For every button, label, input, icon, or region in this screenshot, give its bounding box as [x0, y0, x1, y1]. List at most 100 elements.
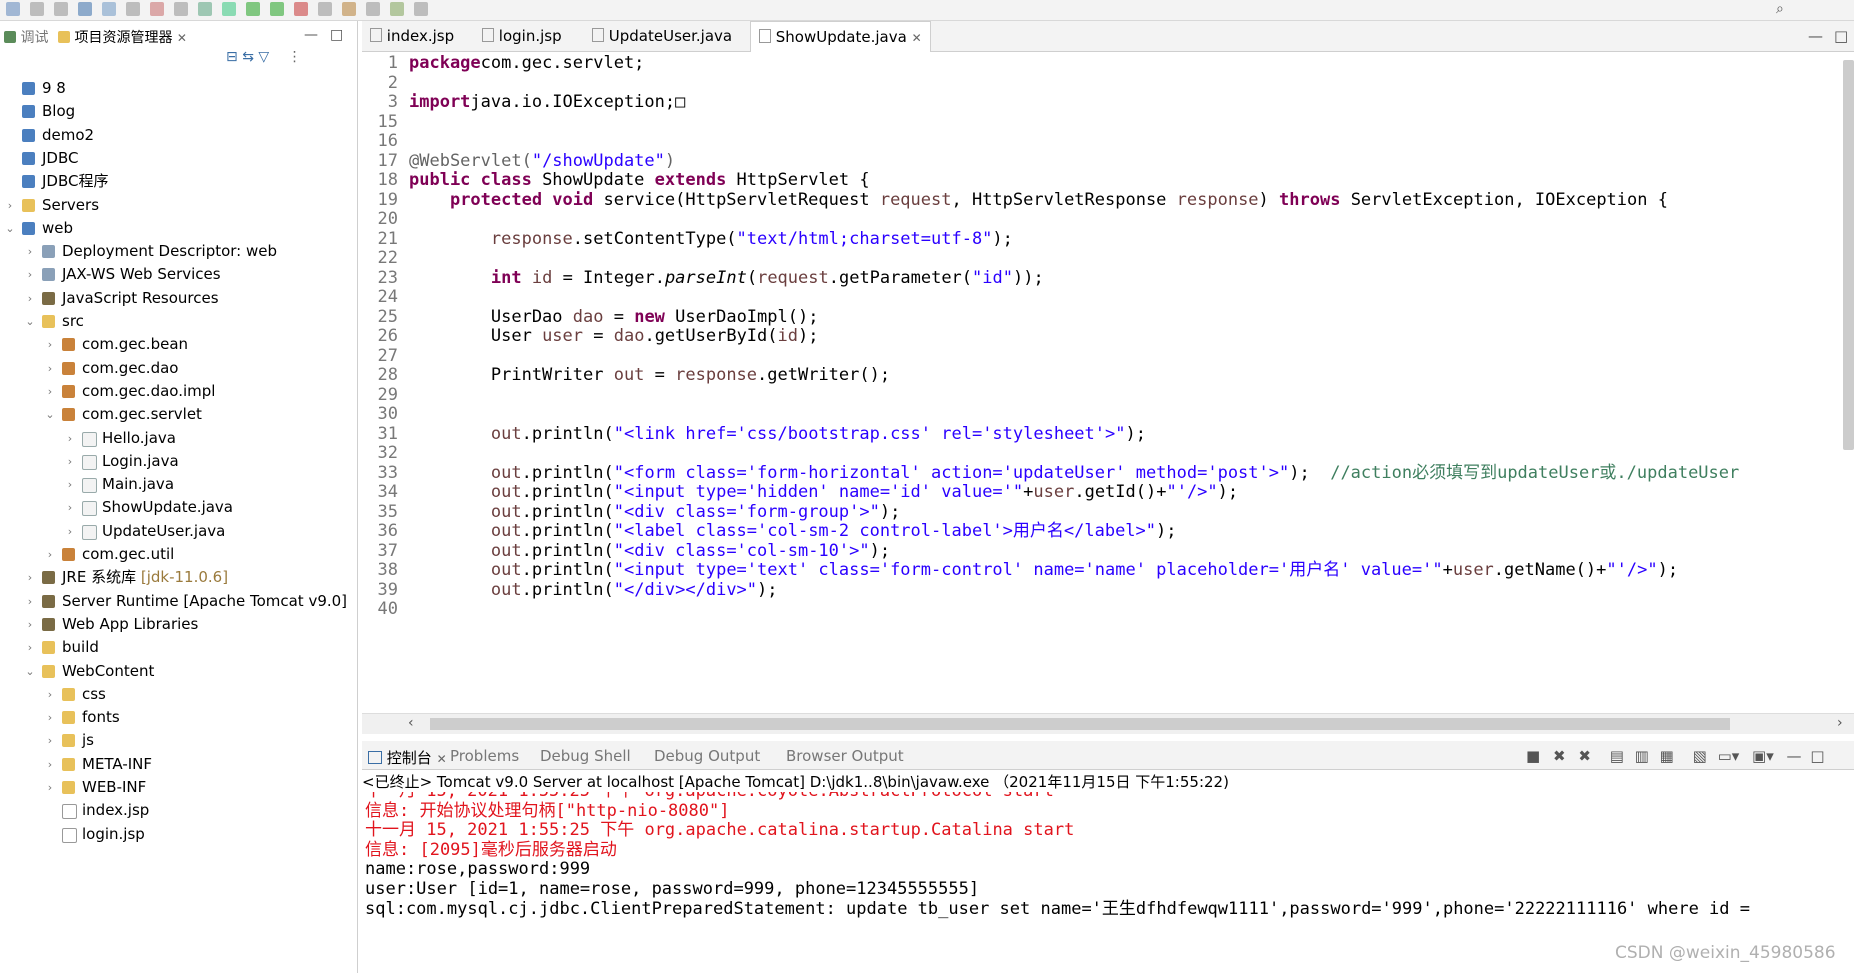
- terminate-icon[interactable]: ■: [1526, 747, 1540, 765]
- console-icon: [368, 751, 382, 764]
- tab-browser-output[interactable]: Browser Output: [786, 747, 904, 765]
- toolbar-button-icon[interactable]: [270, 2, 284, 16]
- collapse-all-icon[interactable]: ⊟: [226, 49, 238, 65]
- editor-tab-showupdate-java[interactable]: ShowUpdate.java ✕: [750, 21, 931, 52]
- toolbar-button-icon[interactable]: [78, 2, 92, 16]
- expand-chevron-icon[interactable]: ›: [44, 357, 56, 380]
- expand-chevron-icon[interactable]: ›: [4, 194, 16, 217]
- toolbar-button-icon[interactable]: [6, 2, 20, 16]
- code-line: protected void service(HttpServletReques…: [409, 189, 1668, 212]
- expand-chevron-icon[interactable]: ›: [44, 683, 56, 706]
- tab-debug-output[interactable]: Debug Output: [654, 747, 760, 765]
- toolbar-button-icon[interactable]: [318, 2, 332, 16]
- code-line: PrintWriter out = response.getWriter();: [409, 364, 890, 387]
- expand-chevron-icon[interactable]: ›: [24, 590, 36, 613]
- maximize-icon[interactable]: □: [1810, 747, 1824, 765]
- toolbar-button-icon[interactable]: [342, 2, 356, 16]
- expand-chevron-icon[interactable]: ›: [44, 706, 56, 729]
- code-token: +: [1023, 482, 1034, 502]
- close-icon[interactable]: ✕: [912, 31, 922, 45]
- minimize-icon[interactable]: —: [304, 27, 318, 43]
- toolbar-button-icon[interactable]: [366, 2, 380, 16]
- link-editor-icon[interactable]: ⇆: [242, 49, 254, 65]
- toolbar-button-icon[interactable]: [414, 2, 428, 16]
- expand-chevron-icon[interactable]: ›: [44, 380, 56, 403]
- expand-chevron-icon[interactable]: ›: [44, 776, 56, 799]
- tree-item-label: META-INF: [82, 754, 153, 773]
- expand-chevron-icon[interactable]: ›: [24, 636, 36, 659]
- toolbar-button-icon[interactable]: [222, 2, 236, 16]
- code-token: .println(: [521, 423, 614, 444]
- toolbar-button-icon[interactable]: [390, 2, 404, 16]
- code-token: "<link href='css/bootstrap.css' rel='sty…: [613, 423, 1126, 444]
- expand-chevron-icon[interactable]: ›: [24, 566, 36, 589]
- code-token: );: [992, 228, 1013, 249]
- expand-chevron-icon[interactable]: ›: [64, 496, 76, 519]
- toolbar-button-icon[interactable]: [246, 2, 260, 16]
- expand-chevron-icon[interactable]: ›: [44, 333, 56, 356]
- expand-chevron-icon[interactable]: ›: [64, 427, 76, 450]
- code-token: out: [490, 540, 522, 561]
- expand-chevron-icon[interactable]: ›: [24, 287, 36, 310]
- maximize-icon[interactable]: □: [330, 27, 343, 43]
- code-editor[interactable]: 1 2 3 15 16 17 18 19 20 21 22 23 24 25 26 27 28 29 30 31 32 3…: [362, 52, 1854, 713]
- editor-tab-index-jsp[interactable]: index.jsp: [362, 21, 462, 51]
- collapse-chevron-icon[interactable]: ⌄: [4, 217, 16, 240]
- filter-icon[interactable]: ▽: [258, 49, 269, 65]
- code-token: );: [869, 540, 891, 561]
- toolbar-button-icon[interactable]: [294, 2, 308, 16]
- view-menu-icon[interactable]: ⋮: [288, 49, 302, 65]
- editor-tab-updateuser-java[interactable]: UpdateUser.java: [584, 21, 740, 51]
- clear-console-icon[interactable]: ▤: [1610, 747, 1624, 765]
- close-icon[interactable]: ✕: [177, 31, 187, 45]
- toolbar-button-icon[interactable]: [174, 2, 188, 16]
- expand-chevron-icon[interactable]: ›: [64, 520, 76, 543]
- collapse-chevron-icon[interactable]: ⌄: [44, 403, 56, 426]
- scroll-right-icon[interactable]: ›: [1837, 715, 1843, 731]
- tab-console[interactable]: 控制台 ✕: [368, 747, 447, 768]
- remove-all-icon[interactable]: ✖: [1578, 747, 1591, 765]
- toolbar-button-icon[interactable]: [150, 2, 164, 16]
- expand-chevron-icon[interactable]: ›: [24, 263, 36, 286]
- expand-chevron-icon[interactable]: ›: [44, 753, 56, 776]
- collapse-chevron-icon[interactable]: ⌄: [24, 310, 36, 333]
- pin-console-icon[interactable]: ▧: [1693, 747, 1707, 765]
- expand-chevron-icon[interactable]: ›: [64, 473, 76, 496]
- code-area[interactable]: packagecom.gec.servlet; importjava.io.IOE…: [362, 52, 1842, 713]
- toolbar-button-icon[interactable]: [102, 2, 116, 16]
- editor-tab-login-jsp[interactable]: login.jsp: [474, 21, 570, 51]
- console-tab-bar: 控制台 ✕ Problems Debug Shell Debug Output …: [362, 741, 1854, 770]
- scroll-thumb[interactable]: [430, 718, 1730, 730]
- display-console-icon[interactable]: ▭▾: [1718, 747, 1740, 765]
- collapse-chevron-icon[interactable]: ⌄: [24, 660, 36, 683]
- minimize-icon[interactable]: —: [1787, 747, 1802, 765]
- expand-chevron-icon[interactable]: ›: [44, 729, 56, 752]
- search-icon[interactable]: ⌕: [1776, 2, 1790, 16]
- open-console-icon[interactable]: ▣▾: [1752, 747, 1774, 765]
- expand-chevron-icon[interactable]: ›: [24, 240, 36, 263]
- toolbar-button-icon[interactable]: [126, 2, 140, 16]
- tab-debug-shell[interactable]: Debug Shell: [540, 747, 631, 765]
- scroll-left-icon[interactable]: ‹: [408, 715, 414, 731]
- toolbar-button-icon[interactable]: [198, 2, 212, 16]
- scroll-lock-icon[interactable]: ▥: [1635, 747, 1649, 765]
- toolbar-button-icon[interactable]: [30, 2, 44, 16]
- editor-vertical-scrollbar[interactable]: [1843, 60, 1854, 450]
- tab-project-explorer[interactable]: 项目资源管理器 ✕: [58, 27, 187, 47]
- folder-icon: [62, 781, 75, 794]
- expand-chevron-icon[interactable]: ›: [64, 450, 76, 473]
- remove-launch-icon[interactable]: ✖: [1553, 747, 1566, 765]
- expand-chevron-icon[interactable]: ›: [24, 613, 36, 636]
- editor-horizontal-scrollbar[interactable]: ‹ ›: [362, 713, 1854, 734]
- word-wrap-icon[interactable]: ▦: [1660, 747, 1674, 765]
- tab-problems[interactable]: Problems: [450, 747, 519, 765]
- expand-chevron-icon[interactable]: ›: [44, 543, 56, 566]
- tab-debug[interactable]: 调试: [4, 27, 48, 47]
- close-icon[interactable]: ✕: [437, 752, 447, 766]
- code-token: user: [1452, 560, 1494, 580]
- editor-tab-label: login.jsp: [498, 27, 562, 45]
- toolbar-button-icon[interactable]: [54, 2, 68, 16]
- tree-item-label: JDBC程序: [42, 172, 109, 191]
- maximize-icon[interactable]: □: [1826, 21, 1854, 51]
